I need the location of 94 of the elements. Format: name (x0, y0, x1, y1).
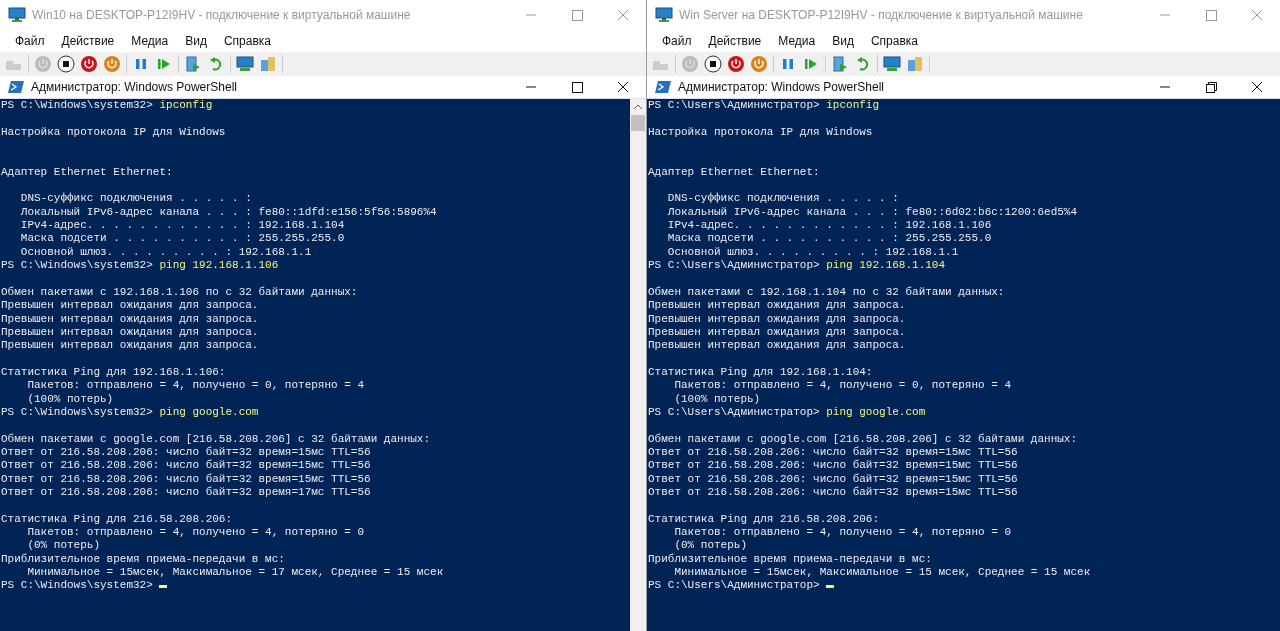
console-output: Статистика Ping для 192.168.1.104: (648, 365, 873, 378)
menu-item[interactable]: Файл (15, 34, 45, 48)
console-output: Превышен интервал ожидания для запроса. (648, 325, 906, 338)
console-output: Маска подсети . . . . . . . . . . : 255.255.255.0 (19, 232, 345, 245)
console-output: Адаптер Ethernet Ethernet: (648, 165, 820, 178)
console-output: Основной шлюз. . . . . . . . . : 192.168.1.1 (666, 245, 959, 258)
console-command: ping google.com (159, 405, 259, 418)
console-output: Пакетов: отправлено = 4, получено = 0, потеряно = 4 (26, 379, 365, 392)
console-prompt: PS C:\Windows\system32> (1, 579, 153, 592)
console-output: Ответ от 216.58.208.206: число байт=32 время=15мс TTL=56 (648, 459, 1018, 472)
console-output: Пакетов: отправлено = 4, получено = 0, потеряно = 4 (673, 379, 1012, 392)
menu-item[interactable]: Вид (185, 34, 207, 48)
console-output: Ответ от 216.58.208.206: число байт=32 время=15мс TTL=56 (648, 445, 1018, 458)
menu-item[interactable]: Медиа (778, 34, 816, 48)
console-output: Ответ от 216.58.208.206: число байт=32 время=15мс TTL=56 (1, 472, 371, 485)
power-icon[interactable] (103, 55, 121, 73)
stop-icon[interactable] (57, 55, 75, 73)
powershell-icon (8, 80, 24, 94)
monitor-icon (8, 7, 26, 23)
power-icon[interactable] (727, 55, 745, 73)
stop-icon[interactable] (704, 55, 722, 73)
scrollbar-thumb[interactable] (631, 115, 645, 131)
console-output: DNS-суффикс подключения . . . . . : (666, 192, 899, 205)
console-output: (0% потерь) (26, 539, 101, 552)
console-prompt: PS C:\Users\Администратор> (648, 99, 820, 111)
monitor-icon[interactable] (883, 55, 901, 73)
menu-item[interactable]: Действие (708, 34, 762, 48)
menu-item[interactable]: Действие (61, 34, 115, 48)
console-title: Администратор: Windows PowerShell (678, 80, 884, 94)
console-output: Основной шлюз. . . . . . . . . : 192.168.1.1 (19, 245, 312, 258)
console-output: Настройка протокола IP для Windows (648, 125, 873, 138)
console-output: Превышен интервал ожидания для запроса. (648, 312, 906, 325)
console-output: Ответ от 216.58.208.206: число байт=32 время=15мс TTL=56 (1, 459, 371, 472)
console-command: ping 192.168.1.104 (826, 259, 946, 272)
console-output: Превышен интервал ожидания для запроса. (1, 312, 259, 325)
console-output: Ответ от 216.58.208.206: число байт=32 время=15мс TTL=56 (1, 445, 371, 458)
console-prompt: PS C:\Windows\system32> (1, 405, 153, 418)
console-output: Обмен пакетами с google.com [216.58.208.206] с 32 байтами данных: (1, 432, 431, 445)
console-output: Статистика Ping для 192.168.1.106: (1, 365, 226, 378)
console-output: Обмен пакетами с google.com [216.58.208.206] с 32 байтами данных: (648, 432, 1078, 445)
window-title: Win Server на DESKTOP-P12I9HV - подключение к виртуальной машине (679, 8, 1084, 22)
console-output: (100% потерь) (673, 392, 761, 405)
console-command: ipconfig (159, 99, 213, 111)
console-output: Минимальное = 15мсек, Максимальное = 17 мсек, Среднее = 15 мсек (26, 566, 444, 579)
window-title: Win10 на DESKTOP-P12I9HV - подключение к виртуальной машине (32, 8, 412, 22)
console-command: ipconfig (826, 99, 880, 111)
console-output: DNS-суффикс подключения . . . . . : (19, 192, 252, 205)
console-output: Настройка протокола IP для Windows (1, 125, 226, 138)
console-output: Минимальное = 15мсек, Максимальное = 15 мсек, Среднее = 15 мсек (673, 566, 1091, 579)
monitor-icon (655, 7, 673, 23)
menu-item[interactable]: Справка (870, 34, 918, 48)
menu-item[interactable]: Вид (832, 34, 854, 48)
console-output: Статистика Ping для 216.58.208.206: (1, 512, 233, 525)
console-command: ping 192.168.1.106 (159, 259, 279, 272)
console-output: Обмен пакетами с 192.168.1.104 по с 32 байтами данных: (648, 285, 1005, 298)
console-output: IPv4-адрес. . . . . . . . . . . . : 192.168.1.104 (19, 219, 345, 232)
text-cursor (159, 585, 168, 589)
scrollbar[interactable] (630, 99, 646, 631)
console-command: ping google.com (826, 405, 926, 418)
monitor-icon[interactable] (236, 55, 254, 73)
console-output: Приблизительное время приема-передачи в мс: (1, 552, 285, 565)
console-output: Маска подсети . . . . . . . . . . : 255.255.255.0 (666, 232, 992, 245)
console-output: Пакетов: отправлено = 4, получено = 4, потеряно = 0 (673, 526, 1012, 538)
menu-item[interactable]: Медиа (131, 34, 169, 48)
menu-item[interactable]: Файл (662, 34, 692, 48)
console-output: Пакетов: отправлено = 4, получено = 4, потеряно = 0 (26, 526, 365, 538)
power-icon[interactable] (750, 55, 768, 73)
console-output: Локальный IPv6-адрес канала . . . : fe80::1dfd:e156:5f56:5896%4 (19, 205, 437, 218)
console-output: Превышен интервал ожидания для запроса. (648, 339, 906, 352)
console-output: IPv4-адрес. . . . . . . . . . . . : 192.168.1.106 (666, 219, 992, 232)
console-output: (0% потерь) (673, 539, 748, 552)
console-output: Адаптер Ethernet Ethernet: (1, 165, 173, 178)
console-prompt: PS C:\Users\Администратор> (648, 259, 820, 272)
power-icon[interactable] (80, 55, 98, 73)
console-output: Превышен интервал ожидания для запроса. (1, 325, 259, 338)
console-output: Превышен интервал ожидания для запроса. (648, 299, 906, 312)
console-output: Локальный IPv6-адрес канала . . . : fe80::6d02:b6c:1200:6ed5%4 (666, 205, 1078, 218)
console-output: Приблизительное время приема-передачи в мс: (648, 552, 932, 565)
console-title: Администратор: Windows PowerShell (31, 80, 237, 94)
console-prompt: PS C:\Users\Администратор> (648, 579, 820, 592)
console-output: Статистика Ping для 216.58.208.206: (648, 512, 880, 525)
powershell-icon (655, 80, 671, 94)
console-output: Обмен пакетами с 192.168.1.106 по с 32 байтами данных: (1, 285, 358, 298)
text-cursor (826, 585, 835, 589)
menu-item[interactable]: Справка (223, 34, 271, 48)
console-prompt: PS C:\Windows\system32> (1, 259, 153, 272)
console-prompt: PS C:\Users\Администратор> (648, 405, 820, 418)
console-output: (100% потерь) (26, 392, 114, 405)
console-output: Превышен интервал ожидания для запроса. (1, 299, 259, 312)
console-prompt: PS C:\Windows\system32> (1, 99, 153, 111)
console-output: Ответ от 216.58.208.206: число байт=32 время=15мс TTL=56 (648, 485, 1018, 498)
console-output: Превышен интервал ожидания для запроса. (1, 339, 259, 352)
console-output: Ответ от 216.58.208.206: число байт=32 время=15мс TTL=56 (648, 472, 1018, 485)
console-output: Ответ от 216.58.208.206: число байт=32 время=17мс TTL=56 (1, 485, 371, 498)
